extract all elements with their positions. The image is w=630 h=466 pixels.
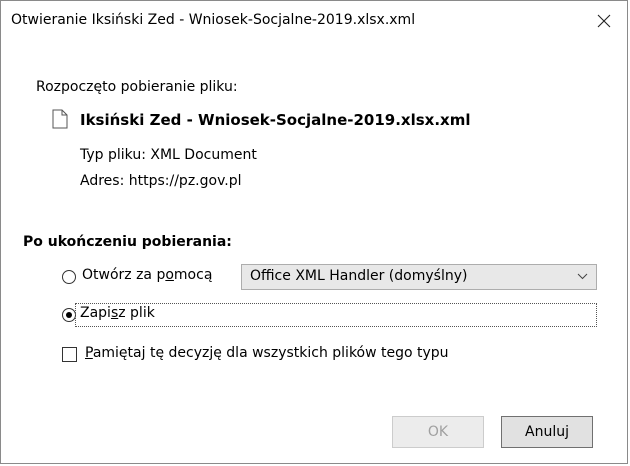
- remember-checkbox[interactable]: [62, 347, 77, 362]
- file-icon: [52, 109, 68, 129]
- file-type-value: XML Document: [150, 147, 257, 163]
- file-type-label: Typ pliku:: [80, 147, 146, 163]
- download-intro: Rozpoczęto pobieranie pliku:: [36, 79, 238, 95]
- close-icon: [597, 14, 611, 28]
- close-button[interactable]: [581, 1, 627, 41]
- dialog-content: Rozpoczęto pobieranie pliku: Iksiński Ze…: [1, 41, 627, 463]
- file-name: Iksiński Zed - Wniosek-Socjalne-2019.xls…: [80, 111, 471, 129]
- file-type-row: Typ pliku: XML Document: [80, 147, 257, 163]
- handler-select-value: Office XML Handler (domyślny): [250, 268, 468, 284]
- title-bar: Otwieranie Iksiński Zed - Wniosek-Socjal…: [1, 1, 627, 41]
- download-dialog: Otwieranie Iksiński Zed - Wniosek-Socjal…: [0, 0, 628, 464]
- save-file-radio[interactable]: [62, 308, 76, 322]
- window-title: Otwieranie Iksiński Zed - Wniosek-Socjal…: [11, 12, 416, 28]
- after-download-heading: Po ukończeniu pobierania:: [23, 234, 232, 250]
- open-with-radio[interactable]: [62, 270, 76, 284]
- cancel-button[interactable]: Anuluj: [501, 416, 593, 448]
- remember-label[interactable]: Pamiętaj tę decyzję dla wszystkich plikó…: [85, 345, 449, 361]
- ok-button[interactable]: OK: [392, 416, 484, 448]
- open-with-label[interactable]: Otwórz za pomocą: [82, 267, 212, 283]
- handler-select[interactable]: Office XML Handler (domyślny): [241, 264, 597, 290]
- file-address-label: Adres:: [80, 173, 125, 189]
- save-file-label[interactable]: Zapisz plik: [80, 305, 155, 321]
- file-address-row: Adres: https://pz.gov.pl: [80, 173, 242, 189]
- chevron-down-icon: [577, 273, 588, 280]
- file-address-value: https://pz.gov.pl: [128, 173, 242, 189]
